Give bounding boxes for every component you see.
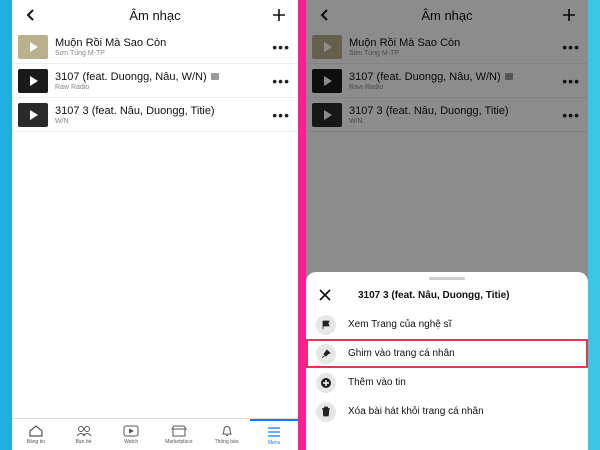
tab-label: Bảng tin (26, 438, 46, 445)
friends-icon (76, 425, 91, 436)
watch-icon (123, 425, 139, 436)
menu-icon (268, 426, 281, 437)
tab-home[interactable]: Bảng tin (12, 419, 60, 450)
option-add-to-story[interactable]: Thêm vào tin (306, 368, 588, 397)
song-item[interactable]: Muộn Rồi Mà Sao Còn Sơn Tùng M-TP ••• (12, 30, 298, 64)
song-item[interactable]: 3107 3 (feat. Nâu, Duongg, Titie) W/N ••… (12, 98, 298, 132)
option-label: Thêm vào tin (348, 377, 406, 388)
home-icon (29, 424, 43, 437)
page-title: Âm nhạc (129, 7, 181, 23)
trash-icon (322, 406, 330, 417)
tab-label: Watch (124, 438, 139, 445)
tab-label: Bạn bè (75, 438, 92, 445)
sheet-title: 3107 3 (feat. Nâu, Duongg, Titie) (358, 289, 510, 301)
song-artist: W/N (55, 117, 69, 125)
song-thumbnail (18, 102, 48, 127)
option-pin-to-profile[interactable]: Ghim vào trang cá nhân (306, 339, 588, 368)
background-stripe-middle (298, 0, 306, 450)
add-button[interactable] (270, 6, 288, 24)
option-label: Ghim vào trang cá nhân (348, 348, 455, 359)
top-bar: Âm nhạc (12, 0, 298, 30)
song-list: Muộn Rồi Mà Sao Còn Sơn Tùng M-TP ••• 31… (12, 30, 298, 132)
song-thumbnail (18, 68, 48, 93)
option-remove-song[interactable]: Xóa bài hát khỏi trang cá nhân (306, 397, 588, 426)
tab-friends[interactable]: Bạn bè (60, 419, 108, 450)
song-artist: Raw Radio (55, 83, 90, 91)
tab-marketplace[interactable]: Marketplace (155, 419, 203, 450)
close-button[interactable] (316, 286, 334, 304)
bell-icon (221, 425, 232, 436)
plus-icon (273, 9, 285, 21)
option-label: Xem Trang của nghệ sĩ (348, 319, 452, 330)
close-icon (319, 289, 331, 301)
play-icon (30, 75, 38, 86)
song-artist: Sơn Tùng M-TP (55, 49, 105, 57)
more-options-icon[interactable]: ••• (272, 40, 290, 54)
action-sheet: 3107 3 (feat. Nâu, Duongg, Titie) Xem Tr… (306, 272, 588, 450)
tab-label: Marketplace (165, 438, 193, 445)
plus-circle-icon (321, 377, 331, 388)
more-options-icon[interactable]: ••• (272, 108, 290, 122)
tab-label: Menu (267, 439, 281, 446)
song-title: 3107 (feat. Duongg, Nâu, W/N) (55, 70, 207, 83)
explicit-badge-icon (210, 73, 219, 80)
back-button[interactable] (22, 6, 40, 24)
chevron-left-icon (26, 9, 34, 21)
tab-notifications[interactable]: Thông báo (203, 419, 251, 450)
tab-label: Thông báo (214, 438, 239, 445)
play-icon (30, 41, 38, 52)
phone-screen-right: Âm nhạc Muộn Rồi Mà Sao Còn Sơn Tùng M-T… (306, 0, 588, 450)
song-title: 3107 3 (feat. Nâu, Duongg, Titie) (55, 104, 215, 117)
tab-menu[interactable]: Menu (250, 419, 298, 450)
option-view-artist-page[interactable]: Xem Trang của nghệ sĩ (306, 310, 588, 339)
phone-screen-left: Âm nhạc Muộn Rồi Mà Sao Còn Sơn Tùng M-T… (12, 0, 298, 450)
pin-icon (321, 348, 331, 358)
song-item[interactable]: 3107 (feat. Duongg, Nâu, W/N) Raw Radio … (12, 64, 298, 98)
bottom-tab-bar: Bảng tin Bạn bè Watch Marketplace Thông … (12, 418, 298, 450)
song-title: Muộn Rồi Mà Sao Còn (55, 36, 167, 49)
marketplace-icon (170, 425, 187, 436)
option-label: Xóa bài hát khỏi trang cá nhân (348, 406, 484, 417)
sheet-header: 3107 3 (feat. Nâu, Duongg, Titie) (306, 280, 588, 310)
tab-watch[interactable]: Watch (107, 419, 155, 450)
background-stripe-right (588, 0, 600, 450)
more-options-icon[interactable]: ••• (272, 74, 290, 88)
background-stripe-left (0, 0, 12, 450)
play-icon (30, 109, 38, 120)
song-thumbnail (18, 34, 48, 59)
flag-icon (322, 320, 330, 329)
